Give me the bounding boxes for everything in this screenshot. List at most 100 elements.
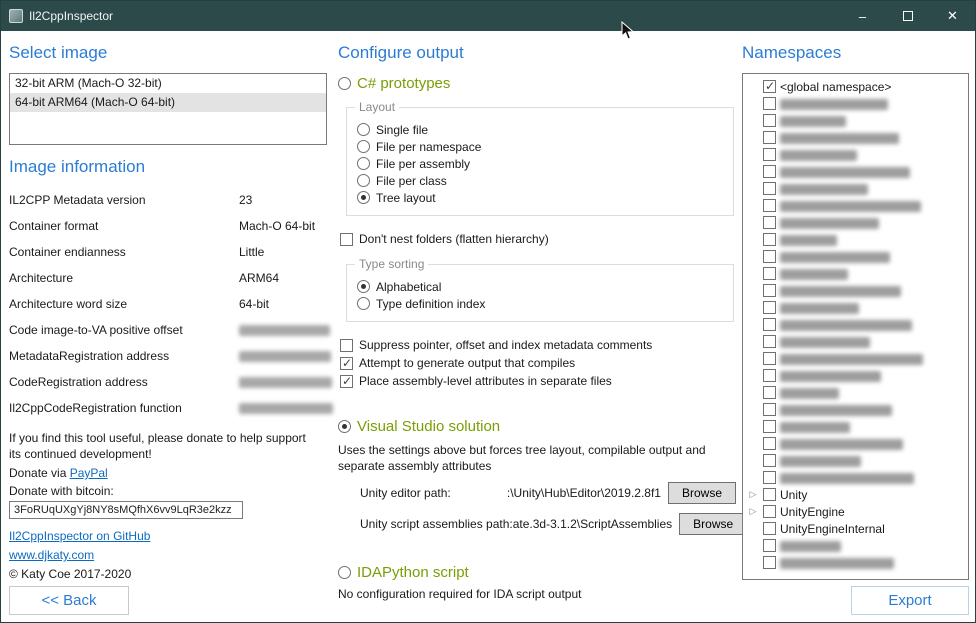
namespace-item[interactable] xyxy=(745,554,966,571)
idapython-script-radio[interactable]: IDAPython script xyxy=(338,562,736,582)
namespace-label xyxy=(780,199,921,213)
namespace-checkbox[interactable] xyxy=(763,386,776,399)
namespace-item[interactable] xyxy=(745,418,966,435)
export-button[interactable]: Export xyxy=(851,586,969,615)
layout-option[interactable]: File per class xyxy=(357,172,723,189)
layout-option[interactable]: Tree layout xyxy=(357,189,723,206)
expander-icon[interactable]: ▷ xyxy=(747,486,759,503)
namespace-item[interactable] xyxy=(745,129,966,146)
configure-output-panel: Configure output C# prototypes Layout Si… xyxy=(338,31,736,622)
namespace-item[interactable] xyxy=(745,537,966,554)
bitcoin-address-input[interactable] xyxy=(9,501,243,519)
namespace-item[interactable] xyxy=(745,197,966,214)
image-listbox[interactable]: 32-bit ARM (Mach-O 32-bit)64-bit ARM64 (… xyxy=(9,73,327,145)
namespace-item[interactable] xyxy=(745,367,966,384)
maximize-button[interactable] xyxy=(885,1,930,31)
type-sorting-option[interactable]: Alphabetical xyxy=(357,278,723,295)
namespace-checkbox[interactable] xyxy=(763,556,776,569)
namespace-checkbox[interactable] xyxy=(763,454,776,467)
namespace-checkbox[interactable] xyxy=(763,148,776,161)
visual-studio-solution-radio[interactable]: Visual Studio solution xyxy=(338,416,736,436)
info-label: Architecture xyxy=(9,271,239,285)
layout-option[interactable]: File per assembly xyxy=(357,155,723,172)
layout-option[interactable]: Single file xyxy=(357,121,723,138)
output-option-checkbox[interactable]: Place assembly-level attributes in separ… xyxy=(340,372,736,390)
output-option-checkbox[interactable]: Attempt to generate output that compiles xyxy=(340,354,736,372)
namespace-item[interactable] xyxy=(745,112,966,129)
namespace-item[interactable] xyxy=(745,214,966,231)
namespace-checkbox[interactable] xyxy=(763,165,776,178)
namespace-checkbox[interactable] xyxy=(763,471,776,484)
namespace-item[interactable] xyxy=(745,146,966,163)
namespace-item[interactable] xyxy=(745,401,966,418)
back-button[interactable]: << Back xyxy=(9,586,129,615)
namespace-checkbox[interactable] xyxy=(763,301,776,314)
namespace-checkbox[interactable] xyxy=(763,403,776,416)
namespace-item[interactable] xyxy=(745,265,966,282)
namespace-item[interactable] xyxy=(745,163,966,180)
namespace-item[interactable] xyxy=(745,384,966,401)
namespace-item[interactable] xyxy=(745,316,966,333)
namespace-checkbox[interactable] xyxy=(763,335,776,348)
website-link[interactable]: www.djkaty.com xyxy=(9,548,94,562)
output-option-checkbox[interactable]: Suppress pointer, offset and index metad… xyxy=(340,336,736,354)
namespace-item[interactable] xyxy=(745,282,966,299)
namespace-item[interactable]: UnityEngineInternal xyxy=(745,520,966,537)
namespace-checkbox[interactable] xyxy=(763,233,776,246)
layout-option-label: Single file xyxy=(376,123,428,137)
type-sorting-option[interactable]: Type definition index xyxy=(357,295,723,312)
output-option-label: Attempt to generate output that compiles xyxy=(359,356,575,370)
browse-button[interactable]: Browse xyxy=(668,482,736,504)
namespace-item[interactable] xyxy=(745,231,966,248)
namespace-checkbox[interactable] xyxy=(763,284,776,297)
namespace-checkbox[interactable] xyxy=(763,420,776,433)
namespace-item[interactable] xyxy=(745,435,966,452)
namespace-checkbox[interactable] xyxy=(763,80,776,93)
namespace-checkbox[interactable] xyxy=(763,131,776,144)
configure-output-heading: Configure output xyxy=(338,43,736,63)
namespace-item[interactable] xyxy=(745,469,966,486)
namespace-checkbox[interactable] xyxy=(763,250,776,263)
info-label: Architecture word size xyxy=(9,297,239,311)
namespace-item[interactable]: ▷UnityEngine xyxy=(745,503,966,520)
namespace-checkbox[interactable] xyxy=(763,505,776,518)
namespace-checkbox[interactable] xyxy=(763,437,776,450)
flatten-checkbox-row[interactable]: Don't nest folders (flatten hierarchy) xyxy=(340,230,736,248)
namespace-checkbox[interactable] xyxy=(763,182,776,195)
namespace-checkbox[interactable] xyxy=(763,522,776,535)
namespace-item[interactable] xyxy=(745,452,966,469)
namespace-item[interactable] xyxy=(745,299,966,316)
csharp-prototypes-radio[interactable]: C# prototypes xyxy=(338,73,736,93)
namespace-item[interactable] xyxy=(745,95,966,112)
info-value xyxy=(239,349,331,363)
namespace-checkbox[interactable] xyxy=(763,488,776,501)
image-list-item[interactable]: 32-bit ARM (Mach-O 32-bit) xyxy=(10,74,326,93)
redacted-text xyxy=(780,303,859,314)
namespace-checkbox[interactable] xyxy=(763,318,776,331)
namespace-checkbox[interactable] xyxy=(763,267,776,280)
radio-icon xyxy=(357,157,370,170)
layout-option[interactable]: File per namespace xyxy=(357,138,723,155)
browse-button[interactable]: Browse xyxy=(679,513,747,535)
namespaces-listbox[interactable]: <global namespace> ▷Unity▷UnityEngineUnit… xyxy=(742,73,969,580)
close-button[interactable]: ✕ xyxy=(930,1,975,31)
namespace-checkbox[interactable] xyxy=(763,199,776,212)
namespace-checkbox[interactable] xyxy=(763,352,776,365)
namespace-checkbox[interactable] xyxy=(763,114,776,127)
namespace-checkbox[interactable] xyxy=(763,369,776,382)
namespace-item[interactable]: <global namespace> xyxy=(745,78,966,95)
namespace-checkbox[interactable] xyxy=(763,97,776,110)
namespace-checkbox[interactable] xyxy=(763,216,776,229)
paypal-link[interactable]: PayPal xyxy=(70,466,108,480)
namespace-item[interactable] xyxy=(745,350,966,367)
namespace-item[interactable] xyxy=(745,333,966,350)
namespace-item[interactable] xyxy=(745,180,966,197)
namespace-item[interactable] xyxy=(745,248,966,265)
minimize-button[interactable]: – xyxy=(840,1,885,31)
github-link[interactable]: Il2CppInspector on GitHub xyxy=(9,529,150,543)
image-list-item[interactable]: 64-bit ARM64 (Mach-O 64-bit) xyxy=(10,93,326,112)
namespace-item[interactable]: ▷Unity xyxy=(745,486,966,503)
image-info-row: Architecture word size64-bit xyxy=(9,291,327,317)
expander-icon[interactable]: ▷ xyxy=(747,503,759,520)
namespace-checkbox[interactable] xyxy=(763,539,776,552)
